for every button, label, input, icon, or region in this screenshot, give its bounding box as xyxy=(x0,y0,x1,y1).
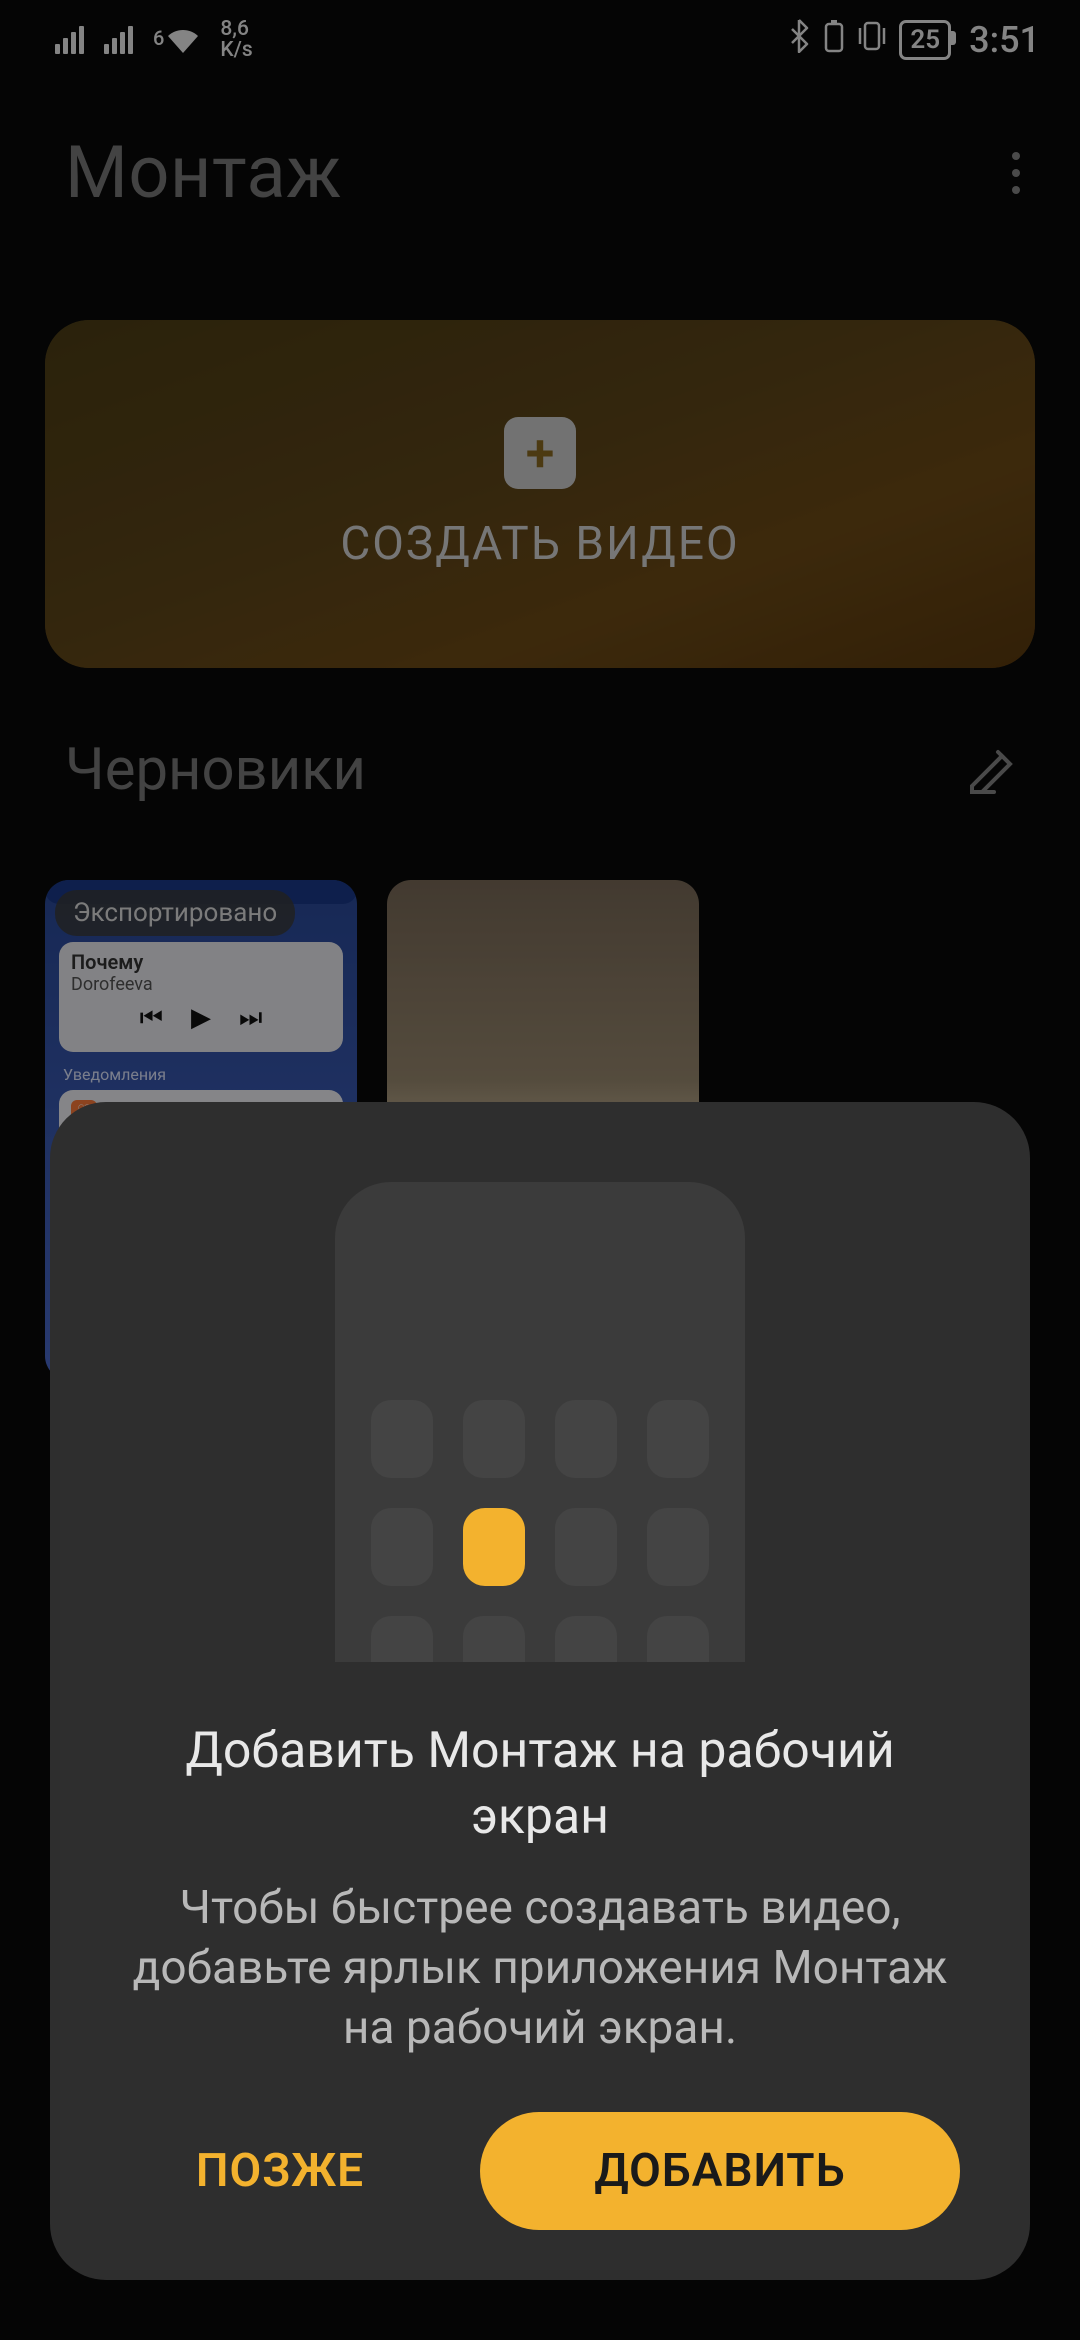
later-button[interactable]: ПОЗЖЕ xyxy=(120,2114,440,2228)
app-icon-highlight xyxy=(463,1508,525,1586)
add-to-home-dialog: Добавить Монтаж на рабочий экран Чтобы б… xyxy=(50,1102,1030,2280)
dialog-title: Добавить Монтаж на рабочий экран xyxy=(130,1718,950,1850)
phone-illustration xyxy=(335,1182,745,1662)
add-button[interactable]: ДОБАВИТЬ xyxy=(480,2112,960,2230)
dialog-body: Чтобы быстрее создавать видео, добавьте … xyxy=(120,1878,960,2058)
